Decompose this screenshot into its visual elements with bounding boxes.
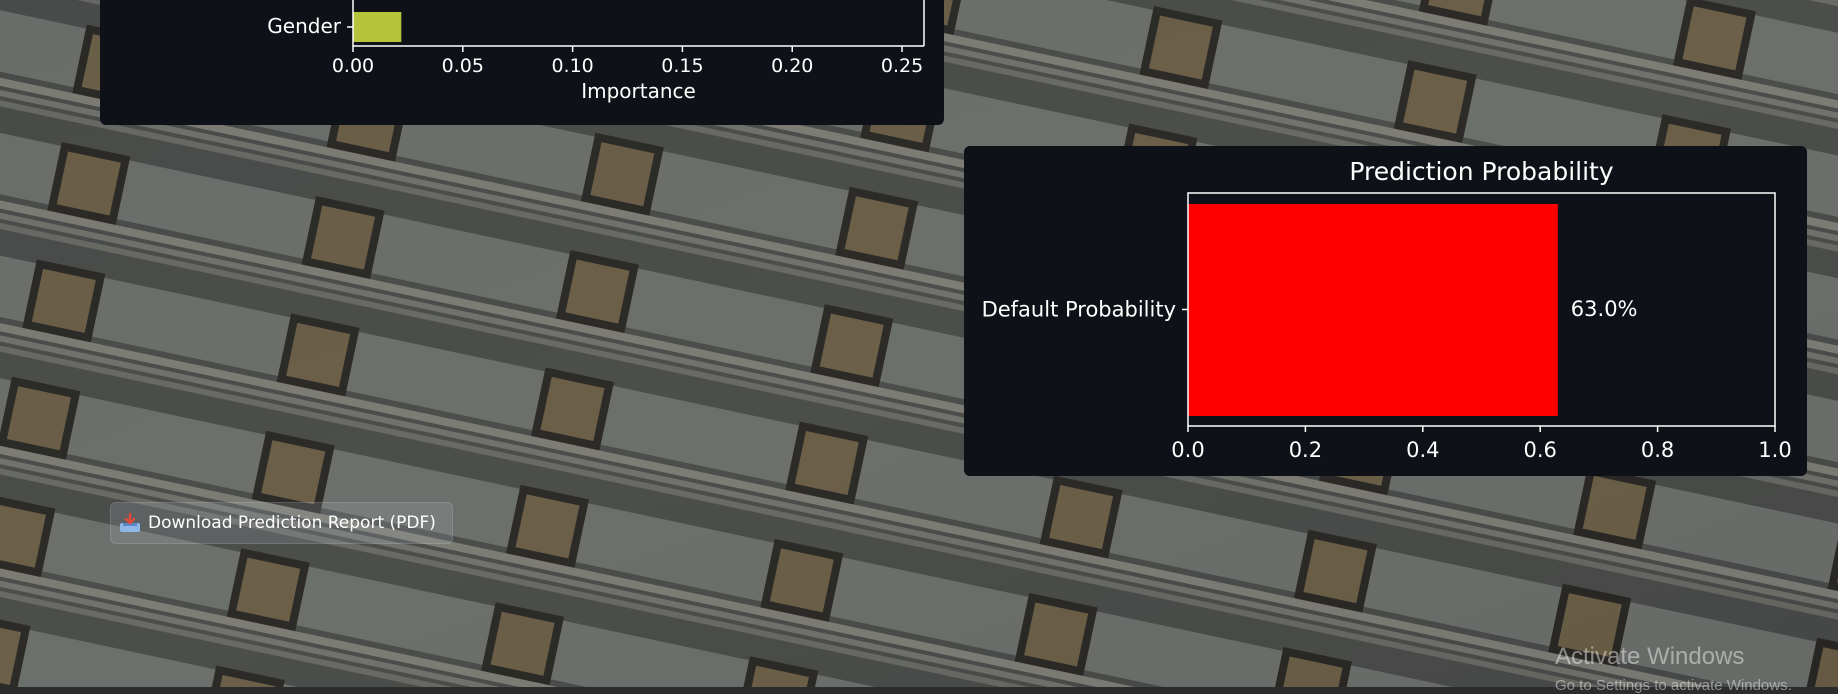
- x-tick-label: 0.6: [1523, 438, 1556, 462]
- x-tick-label: 0.10: [551, 55, 593, 77]
- windows-activation-watermark: Activate Windows Go to Settings to activ…: [1555, 643, 1792, 694]
- x-tick-label: 0.15: [661, 55, 703, 77]
- prediction-probability-chart-panel: Prediction Probability 63.0% Default Proba…: [964, 146, 1807, 476]
- importance-bar-gender: [353, 12, 402, 42]
- x-tick-label: 0.8: [1641, 438, 1674, 462]
- probability-bar-default: [1188, 204, 1558, 416]
- download-report-button[interactable]: Download Prediction Report (PDF): [110, 502, 453, 544]
- x-tick-label: 0.4: [1406, 438, 1439, 462]
- x-tick-label: 0.20: [771, 55, 813, 77]
- feature-importance-chart-panel: Gender 0.00 0.05 0.10 0.15 0.20 0.25 Importance: [100, 0, 944, 125]
- x-tick-label: 1.0: [1758, 438, 1791, 462]
- feature-importance-chart: Gender 0.00 0.05 0.10 0.15 0.20 0.25 Importance: [267, 0, 925, 103]
- x-tick-label: 0.05: [442, 55, 484, 77]
- chart-title: Prediction Probability: [1349, 157, 1613, 186]
- inbox-tray-icon: [119, 512, 141, 533]
- x-tick-label: 0.25: [881, 55, 923, 77]
- watermark-title: Activate Windows: [1555, 643, 1745, 670]
- y-tick-label-default-probability: Default Probability: [982, 298, 1176, 322]
- x-tick-label: 0.2: [1289, 438, 1322, 462]
- x-tick-label: 0.0: [1171, 438, 1204, 462]
- watermark-subtitle: Go to Settings to activate Windows.: [1555, 677, 1792, 694]
- prediction-probability-chart: Prediction Probability 63.0% Default Proba…: [982, 157, 1792, 462]
- data-label-default-probability: 63.0%: [1571, 297, 1638, 321]
- x-tick-label: 0.00: [332, 55, 374, 77]
- download-report-label: Download Prediction Report (PDF): [148, 513, 436, 533]
- y-tick-label-gender: Gender: [267, 14, 341, 38]
- x-axis-label: Importance: [581, 79, 696, 103]
